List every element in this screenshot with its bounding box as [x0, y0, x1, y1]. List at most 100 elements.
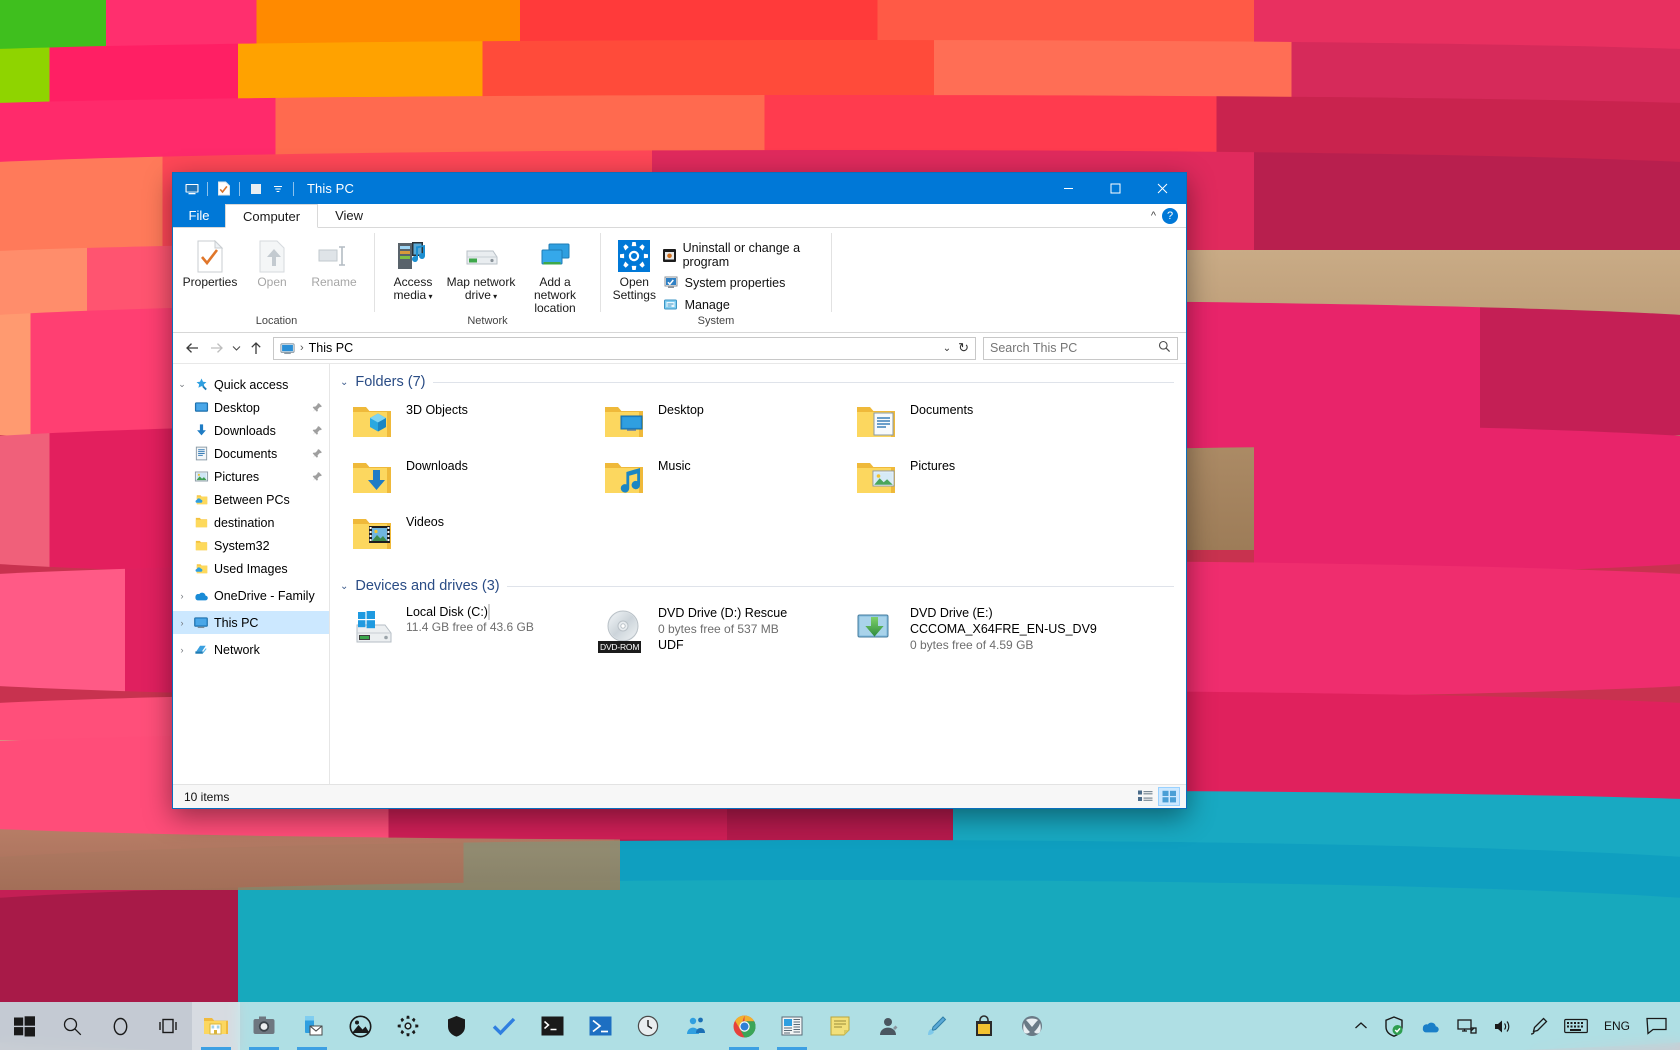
sidebar-item-network[interactable]: › Network — [173, 638, 329, 661]
settings-button[interactable] — [384, 1002, 432, 1050]
store-button[interactable] — [960, 1002, 1008, 1050]
sidebar-item-system32[interactable]: System32 — [173, 534, 329, 557]
list-item[interactable]: Documents — [852, 396, 1104, 452]
close-button[interactable] — [1139, 173, 1186, 204]
sidebar-item-between-pcs[interactable]: Between PCs — [173, 488, 329, 511]
start-button[interactable] — [0, 1002, 48, 1050]
maximize-button[interactable] — [1092, 173, 1139, 204]
list-item[interactable]: Desktop — [600, 396, 852, 452]
list-item[interactable]: Pictures — [852, 452, 1104, 508]
network-tray-icon[interactable] — [1450, 1002, 1484, 1050]
search-icon[interactable] — [1158, 340, 1171, 356]
pin-icon-2[interactable] — [312, 425, 323, 436]
contacts-button[interactable] — [864, 1002, 912, 1050]
tab-view[interactable]: View — [318, 204, 380, 227]
chevron-down-icon[interactable]: ⌄ — [173, 379, 191, 390]
command-prompt-button[interactable] — [528, 1002, 576, 1050]
taskbar[interactable]: ENG — [0, 1002, 1680, 1050]
chevron-right-icon[interactable]: › — [173, 591, 191, 601]
pen-tray-icon[interactable] — [1522, 1002, 1555, 1050]
map-network-drive-button[interactable]: Map network drive ▾ — [445, 234, 517, 303]
file-explorer-window[interactable]: This PC File Computer View ^ ? Propertie… — [172, 172, 1187, 809]
touch-keyboard-button[interactable] — [1557, 1002, 1595, 1050]
paint-button[interactable] — [912, 1002, 960, 1050]
news-app-button[interactable] — [768, 1002, 816, 1050]
photos-button[interactable] — [336, 1002, 384, 1050]
window-controls[interactable] — [1045, 173, 1186, 204]
open-button[interactable]: Open — [241, 234, 303, 289]
mail-button[interactable] — [288, 1002, 336, 1050]
folders-tiles[interactable]: 3D Objects Desktop Documents Downloads M… — [330, 392, 1186, 564]
action-center-button[interactable] — [1639, 1002, 1674, 1050]
cortana-button[interactable] — [96, 1002, 144, 1050]
sidebar-item-quick-access[interactable]: ⌄ Quick access — [173, 373, 329, 396]
volume-tray-icon[interactable] — [1486, 1002, 1520, 1050]
recent-locations-button[interactable] — [229, 337, 243, 359]
refresh-icon[interactable]: ↻ — [958, 340, 969, 356]
xbox-button[interactable] — [1008, 1002, 1056, 1050]
list-item[interactable]: Videos — [348, 508, 600, 564]
file-explorer-button[interactable] — [192, 1002, 240, 1050]
clock-app-button[interactable] — [624, 1002, 672, 1050]
show-hidden-icons-button[interactable] — [1347, 1002, 1375, 1050]
list-item[interactable]: Music — [600, 452, 852, 508]
ribbon-tab-row[interactable]: File Computer View ^ ? — [173, 204, 1186, 228]
sticky-notes-button[interactable] — [816, 1002, 864, 1050]
windows-security-tray-icon[interactable] — [1377, 1002, 1411, 1050]
address-dropdown-icon[interactable]: ⌄ — [943, 343, 951, 354]
tab-file[interactable]: File — [173, 204, 225, 227]
file-list-view[interactable]: ⌄ Folders (7) 3D Objects Desktop Documen… — [330, 364, 1186, 784]
rename-button[interactable]: Rename — [303, 234, 365, 289]
details-view-button[interactable] — [1134, 787, 1156, 806]
pin-icon-4[interactable] — [312, 471, 323, 482]
properties-button[interactable]: Properties — [179, 234, 241, 289]
people-button[interactable] — [672, 1002, 720, 1050]
uninstall-program-button[interactable]: Uninstall or change a program — [660, 240, 831, 270]
help-icon[interactable]: ? — [1162, 207, 1178, 224]
task-view-button[interactable] — [144, 1002, 192, 1050]
list-item[interactable]: Local Disk (C:) 11.4 GB free of 43.6 GB — [348, 602, 600, 664]
properties-icon[interactable] — [214, 179, 233, 198]
quick-access-toolbar[interactable] — [173, 179, 297, 198]
sidebar-item-desktop[interactable]: Desktop — [173, 396, 329, 419]
tab-computer[interactable]: Computer — [225, 204, 319, 228]
chevron-right-icon-3[interactable]: › — [173, 645, 191, 655]
search-button[interactable] — [48, 1002, 96, 1050]
onedrive-tray-icon[interactable] — [1413, 1002, 1448, 1050]
list-item[interactable]: DVD-ROM DVD Drive (D:) Rescue 0 bytes fr… — [598, 602, 852, 664]
forward-button[interactable] — [205, 337, 227, 359]
list-item[interactable]: Downloads — [348, 452, 600, 508]
sidebar-item-pictures[interactable]: Pictures — [173, 465, 329, 488]
open-settings-button[interactable]: Open Settings — [609, 234, 660, 302]
group-header-folders[interactable]: ⌄ Folders (7) — [330, 370, 1186, 392]
minimize-ribbon-icon[interactable]: ^ — [1151, 210, 1156, 222]
camera-button[interactable] — [240, 1002, 288, 1050]
breadcrumb[interactable]: This PC — [309, 341, 353, 355]
sidebar-item-downloads[interactable]: Downloads — [173, 419, 329, 442]
sidebar-item-used-images[interactable]: Used Images — [173, 557, 329, 580]
view-buttons[interactable] — [1134, 787, 1180, 806]
ribbon[interactable]: Properties Open Rename Location Access m… — [173, 228, 1186, 333]
language-indicator[interactable]: ENG — [1597, 1002, 1637, 1050]
this-pc-icon[interactable] — [182, 179, 201, 198]
system-tray[interactable]: ENG — [1347, 1002, 1680, 1050]
customize-qat-icon[interactable] — [268, 179, 287, 198]
taskbar-buttons[interactable] — [0, 1002, 1056, 1050]
large-icons-view-button[interactable] — [1158, 787, 1180, 806]
search-box[interactable]: Search This PC — [983, 336, 1178, 360]
security-button[interactable] — [432, 1002, 480, 1050]
system-properties-button[interactable]: System properties — [660, 273, 831, 292]
back-button[interactable] — [181, 337, 203, 359]
powershell-button[interactable] — [576, 1002, 624, 1050]
address-bar-row[interactable]: › This PC ⌄ ↻ Search This PC — [173, 333, 1186, 364]
navigation-pane[interactable]: ⌄ Quick access Desktop Downloads Documen… — [173, 364, 330, 784]
chevron-down-icon-folders[interactable]: ⌄ — [340, 377, 348, 388]
pin-icon-3[interactable] — [312, 448, 323, 459]
list-item[interactable]: DVD Drive (E:) CCCOMA_X64FRE_EN-US_DV9 0… — [852, 602, 1104, 664]
drives-tiles[interactable]: Local Disk (C:) 11.4 GB free of 43.6 GB … — [330, 596, 1186, 664]
sidebar-item-destination[interactable]: destination — [173, 511, 329, 534]
pin-icon[interactable] — [312, 402, 323, 413]
chevron-down-icon-devices[interactable]: ⌄ — [340, 581, 348, 592]
manage-button[interactable]: Manage — [660, 295, 831, 314]
sidebar-item-this-pc[interactable]: › This PC — [173, 611, 329, 634]
